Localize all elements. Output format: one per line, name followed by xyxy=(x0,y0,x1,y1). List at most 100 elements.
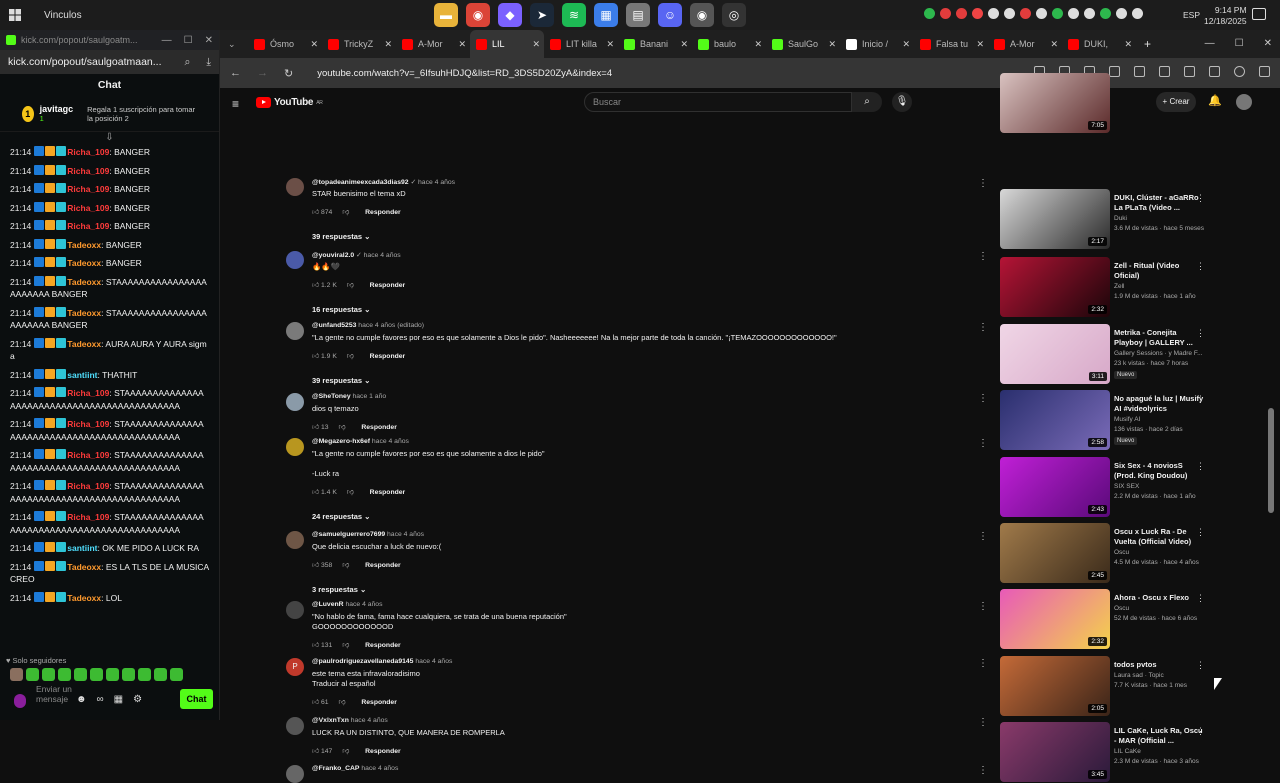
menu-icon[interactable] xyxy=(1259,66,1270,77)
video-thumbnail[interactable]: 2:32 xyxy=(1000,257,1110,317)
video-channel[interactable]: SIX SEX xyxy=(1114,483,1139,490)
dislike-icon[interactable]: 👎︎ xyxy=(340,562,349,569)
comment-avatar[interactable] xyxy=(286,178,304,196)
message-username[interactable]: Richa_109 xyxy=(67,184,109,194)
minimize-icon[interactable]: — xyxy=(1205,38,1215,49)
pause-chat-icon[interactable]: ⇩ xyxy=(0,132,219,146)
video-title[interactable]: Six Sex - 4 noviosS (Prod. King Doudou) xyxy=(1114,461,1206,480)
windows-start-icon[interactable] xyxy=(0,0,30,30)
tray-icon[interactable] xyxy=(1100,8,1111,19)
tab-close-icon[interactable]: ✕ xyxy=(384,39,392,50)
notification-icon[interactable] xyxy=(1252,8,1266,20)
settings-icon[interactable]: ⚙ xyxy=(133,694,142,705)
comment-author[interactable]: @paulrodriguezavellaneda9145 xyxy=(312,658,413,665)
youtube-logo[interactable]: YouTube AR xyxy=(256,97,323,108)
like-icon[interactable]: 👍︎ xyxy=(312,353,321,360)
browser-tab[interactable]: Banani ✕ xyxy=(618,30,692,58)
like-icon[interactable]: 👍︎ xyxy=(312,562,321,569)
comment-author[interactable]: @youviral2.0 xyxy=(312,252,354,259)
chrome-active-icon[interactable]: ◉ xyxy=(690,3,714,27)
like-icon[interactable]: 👍︎ xyxy=(312,282,321,289)
kick-url-bar[interactable]: kick.com/popout/saulgoatmaan... ⌕ ⤓ xyxy=(0,50,219,74)
video-channel[interactable]: Oscu xyxy=(1114,549,1129,556)
tab-search-icon[interactable]: ⌄ xyxy=(228,39,248,50)
video-title[interactable]: Metrika - Conejita Playboy | GALLERY ... xyxy=(1114,328,1206,347)
message-username[interactable]: Richa_109 xyxy=(67,450,109,460)
message-username[interactable]: Tadeoxx xyxy=(67,593,101,603)
spotify-icon[interactable]: ≋ xyxy=(562,3,586,27)
search-icon[interactable]: ⌕ xyxy=(184,56,190,69)
message-username[interactable]: Richa_109 xyxy=(67,481,109,491)
reply-button[interactable]: Responder xyxy=(365,562,401,569)
comment-menu-icon[interactable]: ⋮ xyxy=(978,438,988,449)
comment-menu-icon[interactable]: ⋮ xyxy=(978,322,988,333)
video-title[interactable]: DUKI, Clúster - aGaRRo La PLaTa (Video .… xyxy=(1114,193,1206,212)
maximize-icon[interactable]: ☐ xyxy=(184,35,193,46)
related-video[interactable]: 2:32 Zell - Ritual (Video Oficial) Zell 1.9… xyxy=(1000,257,1220,317)
like-icon[interactable]: 👍︎ xyxy=(312,209,321,216)
related-video[interactable]: 2:05 todos pvtos Laura sad · Topic 7.7 K vi… xyxy=(1000,656,1220,716)
chat-send-button[interactable]: Chat xyxy=(180,689,213,709)
store-icon[interactable]: ▦ xyxy=(594,3,618,27)
obs-icon[interactable]: ◎ xyxy=(722,3,746,27)
message-username[interactable]: Richa_109 xyxy=(67,166,109,176)
dislike-icon[interactable]: 👎︎ xyxy=(340,209,349,216)
language-indicator[interactable]: ESP xyxy=(1183,10,1200,20)
message-username[interactable]: Richa_109 xyxy=(67,203,109,213)
tray-icon[interactable] xyxy=(1116,8,1127,19)
video-thumbnail[interactable]: 2:43 xyxy=(1000,457,1110,517)
reply-button[interactable]: Responder xyxy=(361,424,397,431)
account-avatar[interactable] xyxy=(1236,94,1252,110)
dislike-icon[interactable]: 👎︎ xyxy=(337,699,345,706)
comment-menu-icon[interactable]: ⋮ xyxy=(978,601,988,612)
dislike-icon[interactable]: 👎︎ xyxy=(345,489,354,496)
emoji-icon[interactable]: ☻ xyxy=(76,694,87,705)
steam-icon[interactable]: ➤ xyxy=(530,3,554,27)
view-replies-button[interactable]: 16 respuestas ⌄ xyxy=(312,305,370,314)
search-input[interactable]: Buscar xyxy=(584,92,852,112)
voice-icon[interactable] xyxy=(14,694,26,708)
comment-author[interactable]: @topadeanimeexcada3dias92 xyxy=(312,179,409,186)
reply-button[interactable]: Responder xyxy=(370,489,406,496)
clock[interactable]: 9:14 PM 12/18/2025 xyxy=(1204,5,1247,27)
close-icon[interactable]: ✕ xyxy=(205,35,213,46)
comment-author[interactable]: @samuelguerrero7699 xyxy=(312,531,385,538)
reload-icon[interactable]: ↻ xyxy=(284,67,293,80)
download-icon[interactable]: ⤓ xyxy=(206,56,211,69)
message-username[interactable]: Richa_109 xyxy=(67,221,109,231)
tray-icon[interactable] xyxy=(1036,8,1047,19)
browser-tab[interactable]: LIT killa ✕ xyxy=(544,30,618,58)
video-title[interactable]: No apagué la luz | Musify AI #videolyric… xyxy=(1114,394,1206,413)
tray-icon[interactable] xyxy=(1004,8,1015,19)
emote-icon[interactable] xyxy=(90,668,103,681)
browser-tab[interactable]: Ósmo ✕ xyxy=(248,30,322,58)
file-explorer-icon[interactable]: ▬ xyxy=(434,3,458,27)
scrollbar-thumb[interactable] xyxy=(1268,408,1274,513)
message-username[interactable]: Richa_109 xyxy=(67,388,109,398)
dislike-icon[interactable]: 👎︎ xyxy=(345,282,354,289)
comment-menu-icon[interactable]: ⋮ xyxy=(978,658,988,669)
video-menu-icon[interactable]: ⋮ xyxy=(1196,461,1205,472)
view-replies-button[interactable]: 24 respuestas ⌄ xyxy=(312,512,370,521)
video-thumbnail[interactable]: 2:32 xyxy=(1000,589,1110,649)
emote-icon[interactable] xyxy=(122,668,135,681)
minimize-icon[interactable]: — xyxy=(162,35,172,46)
video-menu-icon[interactable]: ⋮ xyxy=(1196,527,1205,538)
dislike-icon[interactable]: 👎︎ xyxy=(345,353,354,360)
new-tab-icon[interactable]: + xyxy=(1144,37,1151,51)
message-username[interactable]: Richa_109 xyxy=(67,419,109,429)
chrome-icon[interactable]: ◉ xyxy=(466,3,490,27)
comment-menu-icon[interactable]: ⋮ xyxy=(978,393,988,404)
browser-tab[interactable]: DUKI, ✕ xyxy=(1062,30,1136,58)
emote-icon[interactable] xyxy=(58,668,71,681)
url-text[interactable]: youtube.com/watch?v=_6IfsuhHDJQ&list=RD_… xyxy=(317,68,612,79)
comment-avatar[interactable] xyxy=(286,251,304,269)
video-channel[interactable]: Laura sad · Topic xyxy=(1114,672,1164,679)
tray-icon[interactable] xyxy=(972,8,983,19)
video-thumbnail[interactable]: 2:45 xyxy=(1000,523,1110,583)
video-menu-icon[interactable]: ⋮ xyxy=(1196,726,1205,737)
browser-tab[interactable]: Falsa tu ✕ xyxy=(914,30,988,58)
emote-icon[interactable] xyxy=(138,668,151,681)
related-video[interactable]: 3:11 Metrika - Conejita Playboy | GALLERY… xyxy=(1000,324,1220,384)
related-video[interactable]: 2:32 Ahora - Oscu x Flexo Oscu 52 M de vist… xyxy=(1000,589,1220,649)
